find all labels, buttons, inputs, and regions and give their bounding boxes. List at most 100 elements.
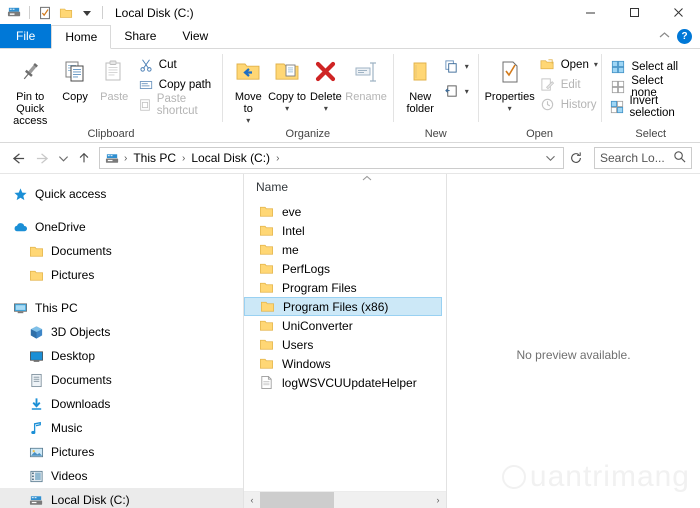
ribbon-group-select-title: Select <box>635 128 666 140</box>
properties-dropdown-icon[interactable]: ▾ <box>508 103 512 115</box>
move-to-button[interactable]: Move to ▾ <box>229 53 268 127</box>
ribbon-group-open-title: Open <box>526 128 554 140</box>
close-button[interactable] <box>656 0 700 25</box>
column-header-row: Name <box>244 174 446 196</box>
chevron-down-icon[interactable] <box>541 146 559 170</box>
table-row[interactable]: Intel <box>244 221 442 240</box>
title-bar: Local Disk (C:) <box>0 0 700 25</box>
folder-icon <box>258 318 274 334</box>
new-folder-icon[interactable] <box>58 5 74 21</box>
new-item-button[interactable]: ▾ <box>441 57 472 76</box>
table-row[interactable]: Program Files (x86) <box>244 297 442 316</box>
sidebar-item-onedrive[interactable]: OneDrive <box>0 215 243 239</box>
new-folder-button[interactable]: New folder <box>400 53 441 115</box>
help-icon[interactable]: ? <box>677 28 692 44</box>
minimize-button[interactable] <box>568 0 612 25</box>
maximize-button[interactable] <box>612 0 656 25</box>
delete-dropdown-icon[interactable]: ▾ <box>324 103 328 115</box>
move-to-dropdown-icon[interactable]: ▾ <box>246 115 250 127</box>
recent-locations-button[interactable] <box>54 146 72 170</box>
new-item-icon <box>444 59 460 75</box>
drive-icon <box>104 150 120 166</box>
up-button[interactable] <box>72 146 96 170</box>
column-header-name[interactable]: Name <box>256 180 288 194</box>
easy-access-dropdown-icon[interactable]: ▾ <box>465 87 469 96</box>
scroll-right-arrow[interactable]: › <box>430 492 446 508</box>
copy-path-button[interactable]: Copy path <box>135 75 216 94</box>
sidebar-item-desktop[interactable]: Desktop <box>0 344 243 368</box>
back-button[interactable] <box>6 146 30 170</box>
address-path-box[interactable]: › This PC › Local Disk (C:) › <box>99 147 564 169</box>
search-icon[interactable] <box>673 150 686 166</box>
sidebar-item-local-disk-c[interactable]: Local Disk (C:) <box>0 488 243 508</box>
ribbon-group-organize: Move to ▾ Copy to ▾ Delete ▾ Rename Orga… <box>223 49 393 143</box>
file-name: PerfLogs <box>282 261 331 276</box>
scrollbar-thumb[interactable] <box>260 491 334 508</box>
table-row[interactable]: me <box>244 240 442 259</box>
breadcrumb-local-disk[interactable]: Local Disk (C:) <box>189 151 272 165</box>
file-name: logWSVCUUpdateHelper <box>282 375 417 390</box>
tab-file[interactable]: File <box>0 24 52 48</box>
sidebar-item-documents[interactable]: Documents <box>0 368 243 392</box>
sidebar-item-this-pc[interactable]: This PC <box>0 296 243 320</box>
invert-selection-button[interactable]: Invert selection <box>607 94 694 119</box>
copy-path-label: Copy path <box>158 78 212 91</box>
new-item-dropdown-icon[interactable]: ▾ <box>465 62 469 71</box>
table-row[interactable]: Program Files <box>244 278 442 297</box>
address-right-controls <box>541 146 559 170</box>
properties-icon[interactable] <box>37 5 53 21</box>
search-input[interactable]: Search Lo... <box>594 147 692 169</box>
cloud-icon <box>12 219 28 235</box>
table-row[interactable]: eve <box>244 202 442 221</box>
breadcrumb-this-pc[interactable]: This PC <box>131 151 178 165</box>
open-dropdown-icon[interactable]: ▾ <box>594 60 598 69</box>
table-row[interactable]: UniConverter <box>244 316 442 335</box>
copy-to-dropdown-icon[interactable]: ▾ <box>285 103 289 115</box>
history-label: History <box>560 98 597 111</box>
table-row[interactable]: Windows <box>244 354 442 373</box>
nav-spacer-1 <box>0 206 243 215</box>
refresh-button[interactable] <box>564 146 588 170</box>
table-row[interactable]: Users <box>244 335 442 354</box>
customize-qat-dropdown-icon[interactable] <box>79 5 95 21</box>
select-none-button[interactable]: Select none <box>607 75 694 99</box>
tab-view[interactable]: View <box>169 24 221 48</box>
tab-share[interactable]: Share <box>111 24 169 48</box>
breadcrumb-separator-2[interactable]: › <box>275 153 280 164</box>
sidebar-item-pictures[interactable]: Pictures <box>0 440 243 464</box>
properties-button[interactable]: Properties ▾ <box>485 53 535 115</box>
ribbon-group-new: New folder ▾ ▾ New <box>394 49 478 143</box>
copy-button[interactable]: Copy <box>56 53 93 103</box>
tab-home[interactable]: Home <box>51 25 112 49</box>
scroll-left-arrow[interactable]: ‹ <box>244 492 260 508</box>
sidebar-item-quick-access[interactable]: Quick access <box>0 182 243 206</box>
sidebar-item-label: Pictures <box>51 445 95 459</box>
horizontal-scrollbar[interactable]: ‹ › <box>244 491 446 508</box>
open-label: Open <box>560 58 589 71</box>
open-icon <box>540 57 556 73</box>
ribbon-group-clipboard-title: Clipboard <box>87 128 135 140</box>
address-bar: › This PC › Local Disk (C:) › Search Lo.… <box>0 143 700 173</box>
sidebar-item-music[interactable]: Music <box>0 416 243 440</box>
sort-ascending-icon <box>362 174 372 185</box>
window-controls <box>568 0 700 25</box>
scrollbar-track[interactable] <box>260 491 430 508</box>
table-row[interactable]: logWSVCUUpdateHelper <box>244 373 442 392</box>
invert-selection-label: Invert selection <box>629 94 675 119</box>
sidebar-item-onedrive-pictures[interactable]: Pictures <box>0 263 243 287</box>
chevron-up-icon[interactable] <box>659 30 670 42</box>
open-button[interactable]: Open ▾ <box>537 55 601 74</box>
sidebar-item-downloads[interactable]: Downloads <box>0 392 243 416</box>
delete-button[interactable]: Delete ▾ <box>306 53 345 115</box>
easy-access-button[interactable]: ▾ <box>441 82 472 101</box>
sidebar-item-3d-objects[interactable]: 3D Objects <box>0 320 243 344</box>
sidebar-item-videos[interactable]: Videos <box>0 464 243 488</box>
cut-button[interactable]: Cut <box>135 55 216 74</box>
select-all-button[interactable]: Select all <box>607 57 694 76</box>
copy-to-button[interactable]: Copy to ▾ <box>268 53 307 115</box>
sidebar-item-onedrive-documents[interactable]: Documents <box>0 239 243 263</box>
table-row[interactable]: PerfLogs <box>244 259 442 278</box>
delete-label: Delete <box>309 91 342 103</box>
rename-button: Rename <box>345 53 387 103</box>
pin-to-quick-access-button[interactable]: Pin to Quick access <box>6 53 54 127</box>
